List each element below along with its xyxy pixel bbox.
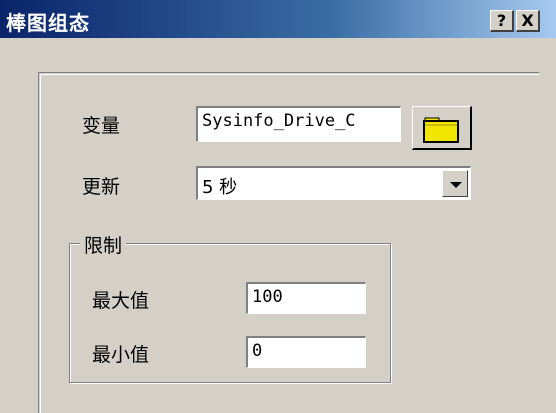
min-value-input[interactable]: 0 <box>246 336 366 368</box>
help-button[interactable]: ? <box>490 10 514 32</box>
browse-button[interactable] <box>412 106 472 150</box>
dialog-window: 棒图组态 ? X 变量 Sysinfo_Drive_C 更新 5 秒 限制 最大… <box>0 0 556 413</box>
variable-label: 变量 <box>82 115 121 137</box>
title-bar[interactable]: 棒图组态 ? X <box>0 0 556 38</box>
variable-input[interactable]: Sysinfo_Drive_C <box>196 106 401 142</box>
update-select-value: 5 秒 <box>202 177 238 198</box>
close-button[interactable]: X <box>516 10 540 32</box>
update-select[interactable]: 5 秒 <box>196 166 471 200</box>
folder-icon <box>423 117 459 143</box>
min-label: 最小值 <box>92 344 150 366</box>
update-label: 更新 <box>82 176 121 198</box>
max-label: 最大值 <box>92 290 150 312</box>
window-title: 棒图组态 <box>6 11 90 35</box>
chevron-down-icon[interactable] <box>442 170 468 197</box>
max-value-input[interactable]: 100 <box>246 282 366 314</box>
limits-title: 限制 <box>80 231 127 258</box>
